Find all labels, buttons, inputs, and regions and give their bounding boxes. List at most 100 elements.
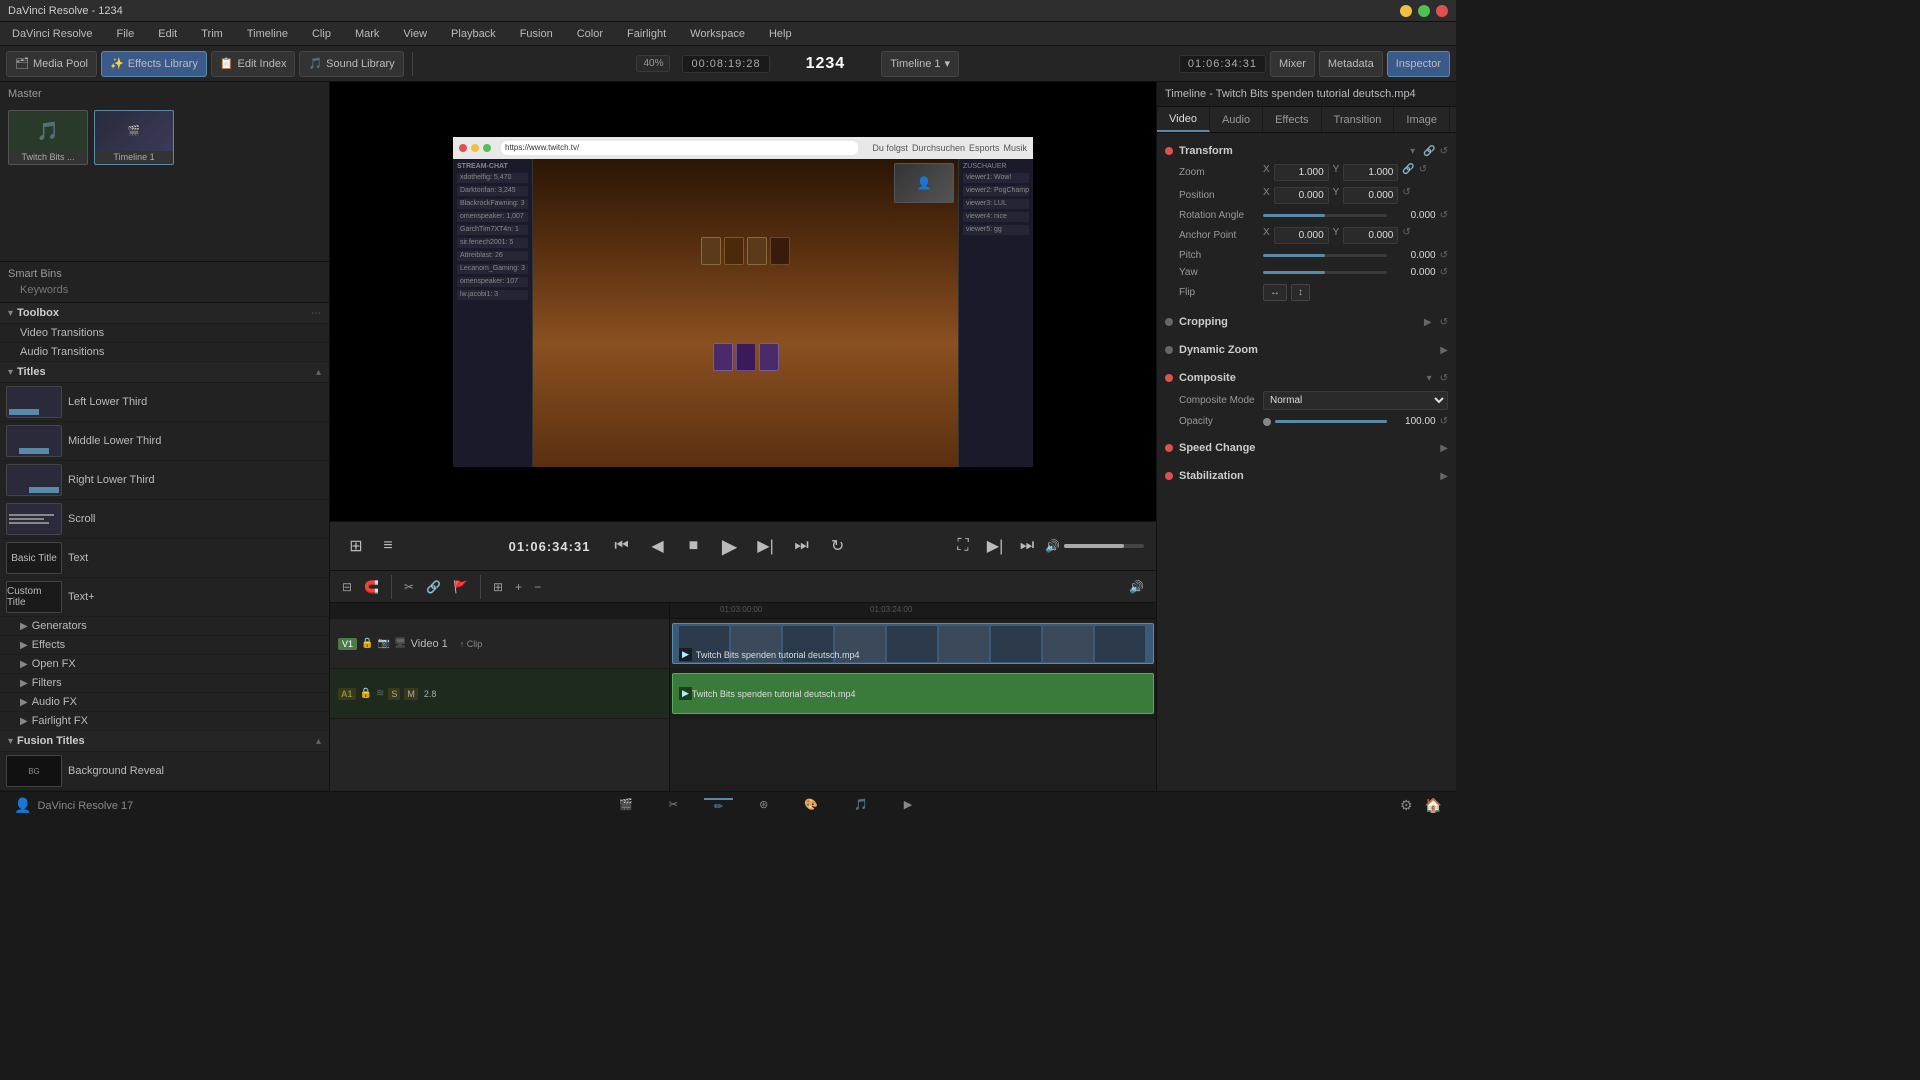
pos-y-field[interactable]: 0.000 xyxy=(1343,187,1398,204)
zoom-control[interactable]: 40% xyxy=(636,55,670,72)
close-button[interactable] xyxy=(1436,5,1448,17)
title-item-right-lower-third[interactable]: Right Lower Third xyxy=(0,461,329,500)
tl-zoom-in-btn[interactable]: + xyxy=(511,578,526,596)
tl-snap-btn[interactable]: 🧲 xyxy=(360,578,383,596)
composite-reset-icon[interactable]: ↺ xyxy=(1440,373,1448,384)
rotation-slider[interactable] xyxy=(1263,214,1387,217)
pitch-reset-icon[interactable]: ↺ xyxy=(1440,250,1448,261)
inspector-btn[interactable]: Inspector xyxy=(1387,51,1450,77)
opacity-slider[interactable] xyxy=(1275,420,1387,423)
menu-file[interactable]: File xyxy=(113,26,139,42)
lock-icon-v1[interactable]: 🔒 xyxy=(361,638,373,649)
title-item-text[interactable]: Basic Title Text xyxy=(0,539,329,578)
inspector-tab-file[interactable]: File xyxy=(1450,107,1456,132)
zoom-reset-icon[interactable]: ↺ xyxy=(1419,164,1427,181)
rotation-reset-icon[interactable]: ↺ xyxy=(1440,210,1448,221)
inspector-tab-effects[interactable]: Effects xyxy=(1263,107,1321,132)
inspector-tab-video[interactable]: Video xyxy=(1157,107,1210,132)
anchor-x-field[interactable]: 0.000 xyxy=(1274,227,1329,244)
step-back-btn[interactable]: ◀ xyxy=(644,532,672,560)
title-item-scroll[interactable]: Scroll xyxy=(0,500,329,539)
timeline-selector[interactable]: Timeline 1 ▾ xyxy=(881,51,959,77)
sound-library-btn[interactable]: 🎵 Sound Library xyxy=(299,51,403,77)
menu-view[interactable]: View xyxy=(399,26,431,42)
tl-layout-btn[interactable]: ⊟ xyxy=(338,578,356,596)
volume-slider[interactable] xyxy=(1064,544,1144,548)
titles-close-icon[interactable]: ▴ xyxy=(316,367,321,378)
menu-color[interactable]: Color xyxy=(573,26,607,42)
transform-header[interactable]: Transform ▾ 🔗 ↺ xyxy=(1165,141,1448,161)
frame-end-btn[interactable]: ⏭ xyxy=(1013,532,1041,560)
menu-davinci[interactable]: DaVinci Resolve xyxy=(8,26,97,42)
tab-color[interactable]: 🎨 xyxy=(794,798,828,811)
tl-audio-btn[interactable]: 🔊 xyxy=(1125,578,1148,596)
toolbox-options-icon[interactable]: ⋯ xyxy=(311,308,321,319)
title-item-middle-lower-third[interactable]: Middle Lower Third xyxy=(0,422,329,461)
frame-fwd-btn[interactable]: ▶| xyxy=(981,532,1009,560)
zoom-y-field[interactable]: 1.000 xyxy=(1343,164,1398,181)
home-icon[interactable]: 🏠 xyxy=(1423,795,1444,816)
tl-razor-btn[interactable]: ✂ xyxy=(400,578,418,596)
menu-mark[interactable]: Mark xyxy=(351,26,383,42)
metadata-btn[interactable]: Metadata xyxy=(1319,51,1383,77)
to-end-btn[interactable]: ⏭ xyxy=(788,532,816,560)
stop-btn[interactable]: ■ xyxy=(680,532,708,560)
menu-playback[interactable]: Playback xyxy=(447,26,500,42)
menu-timeline[interactable]: Timeline xyxy=(243,26,292,42)
inspector-tab-audio[interactable]: Audio xyxy=(1210,107,1263,132)
tl-zoom-out-btn[interactable]: − xyxy=(530,578,545,596)
menu-workspace[interactable]: Workspace xyxy=(686,26,749,42)
composite-header[interactable]: Composite ▾ ↺ xyxy=(1165,368,1448,388)
tab-cut[interactable]: ✂ xyxy=(659,798,688,811)
dynamic-zoom-header[interactable]: Dynamic Zoom ▶ xyxy=(1165,340,1448,360)
tab-deliver[interactable]: ▶ xyxy=(894,798,922,811)
menu-help[interactable]: Help xyxy=(765,26,796,42)
tl-zoom-fit-btn[interactable]: ⊞ xyxy=(489,578,507,596)
inspector-tab-image[interactable]: Image xyxy=(1394,107,1450,132)
yaw-reset-icon[interactable]: ↺ xyxy=(1440,267,1448,278)
pitch-slider[interactable] xyxy=(1263,254,1387,257)
effects-item[interactable]: ▶ Effects xyxy=(0,636,329,655)
flip-v-btn[interactable]: ↕ xyxy=(1291,284,1310,301)
stabilization-header[interactable]: Stabilization ▶ xyxy=(1165,466,1448,486)
media-item-video[interactable]: 🎬 Timeline 1 xyxy=(94,110,174,165)
titles-section-header[interactable]: ▾ Titles ▴ xyxy=(0,362,329,383)
generators-item[interactable]: ▶ Generators xyxy=(0,617,329,636)
maximize-button[interactable] xyxy=(1418,5,1430,17)
fullscreen-btn[interactable]: ⛶ xyxy=(949,532,977,560)
lock-icon-a1[interactable]: 🔒 xyxy=(360,688,372,699)
video-transitions-item[interactable]: Video Transitions xyxy=(0,324,329,343)
yaw-value[interactable]: 0.000 xyxy=(1391,267,1436,278)
tab-edit[interactable]: ✏ xyxy=(704,798,733,813)
media-pool-btn[interactable]: 🗂 Media Pool xyxy=(6,51,97,77)
fusion-titles-close-icon[interactable]: ▴ xyxy=(316,736,321,747)
speed-change-header[interactable]: Speed Change ▶ xyxy=(1165,438,1448,458)
pos-x-field[interactable]: 0.000 xyxy=(1274,187,1329,204)
open-fx-item[interactable]: ▶ Open FX xyxy=(0,655,329,674)
mixer-btn[interactable]: Mixer xyxy=(1270,51,1315,77)
toolbox-section-header[interactable]: ▾ Toolbox ⋯ xyxy=(0,303,329,324)
tab-fusion[interactable]: ⊛ xyxy=(749,798,778,811)
composite-mode-select[interactable]: Normal xyxy=(1263,391,1448,410)
tab-media[interactable]: 🎬 xyxy=(609,798,643,811)
play-btn[interactable]: ▶ xyxy=(716,532,744,560)
loop-btn[interactable]: ↻ xyxy=(824,532,852,560)
opacity-value[interactable]: 100.00 xyxy=(1391,416,1436,427)
tl-link-btn[interactable]: 🔗 xyxy=(422,578,445,596)
fairlight-fx-item[interactable]: ▶ Fairlight FX xyxy=(0,712,329,731)
flip-h-btn[interactable]: ↔ xyxy=(1263,284,1287,301)
minimize-button[interactable] xyxy=(1400,5,1412,17)
filters-item[interactable]: ▶ Filters xyxy=(0,674,329,693)
cropping-header[interactable]: Cropping ▶ ↺ xyxy=(1165,312,1448,332)
anchor-reset-icon[interactable]: ↺ xyxy=(1402,227,1410,244)
cropping-reset-icon[interactable]: ↺ xyxy=(1440,317,1448,328)
audio-fx-item[interactable]: ▶ Audio FX xyxy=(0,693,329,712)
transform-link-icon[interactable]: 🔗 xyxy=(1423,146,1435,157)
pos-reset-icon[interactable]: ↺ xyxy=(1402,187,1410,204)
title-item-text-plus[interactable]: Custom Title Text+ xyxy=(0,578,329,617)
bg-reveal-item[interactable]: BG Background Reveal xyxy=(0,752,329,791)
yaw-slider[interactable] xyxy=(1263,271,1387,274)
pitch-value[interactable]: 0.000 xyxy=(1391,250,1436,261)
fusion-titles-header[interactable]: ▾ Fusion Titles ▴ xyxy=(0,731,329,752)
audio-clip[interactable]: ▶ Twitch Bits spenden tutorial deutsch.m… xyxy=(672,673,1154,714)
